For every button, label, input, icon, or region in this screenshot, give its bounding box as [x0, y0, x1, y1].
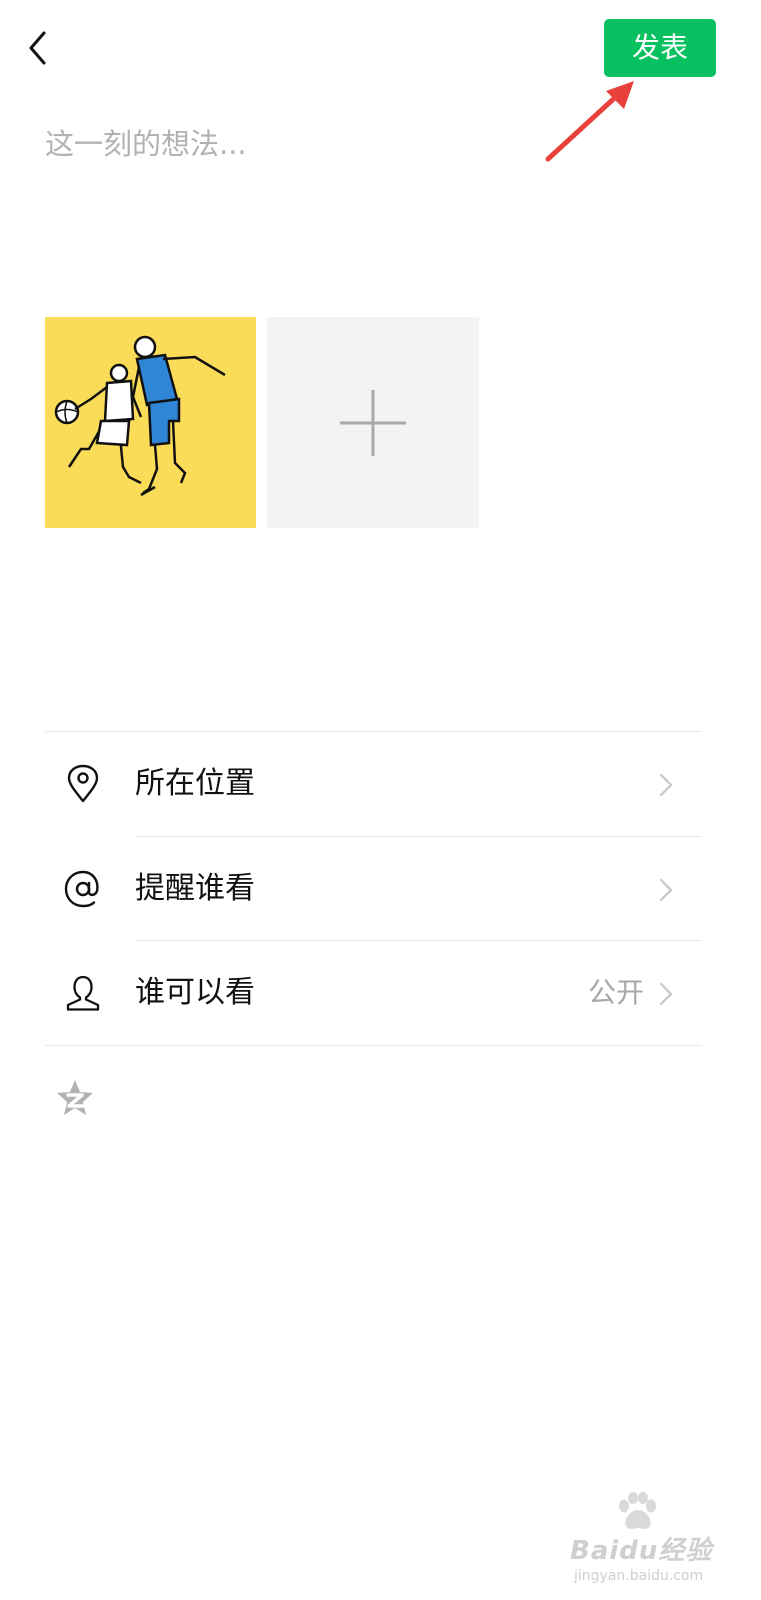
watermark-brand: Baidu经验 [570, 1536, 713, 1566]
watermark-domain: jingyan.baidu.com [574, 1568, 704, 1584]
person-icon [66, 975, 100, 1011]
at-sign-icon [64, 870, 99, 908]
option-label: 提醒谁看 [135, 871, 255, 906]
thought-input[interactable] [45, 120, 705, 270]
qzone-share-toggle[interactable] [55, 1078, 95, 1118]
add-photo-button[interactable] [267, 317, 479, 528]
chevron-right-icon [659, 982, 673, 1006]
option-label: 谁可以看 [135, 975, 255, 1010]
visibility-value: 公开 [587, 976, 644, 1009]
option-row-location[interactable]: 所在位置 [45, 732, 702, 836]
basketball-players-drawing [54, 335, 226, 497]
qzone-star-icon [57, 1080, 93, 1115]
chevron-left-icon [29, 31, 46, 65]
location-pin-icon [67, 764, 99, 803]
chevron-right-icon [659, 773, 673, 797]
paw-logo-icon [619, 1492, 656, 1529]
photo-thumbnail[interactable] [45, 317, 256, 528]
chevron-right-icon [659, 878, 673, 902]
baidu-watermark: Baidu经验 jingyan.baidu.com [570, 1492, 720, 1592]
divider [45, 1045, 702, 1046]
option-label: 所在位置 [135, 766, 255, 801]
option-row-remind[interactable]: 提醒谁看 [45, 837, 702, 941]
post-button[interactable]: 发表 [604, 19, 716, 77]
back-button[interactable] [22, 28, 56, 68]
option-row-visibility[interactable]: 谁可以看 公开 [45, 941, 702, 1045]
plus-icon [340, 390, 406, 456]
